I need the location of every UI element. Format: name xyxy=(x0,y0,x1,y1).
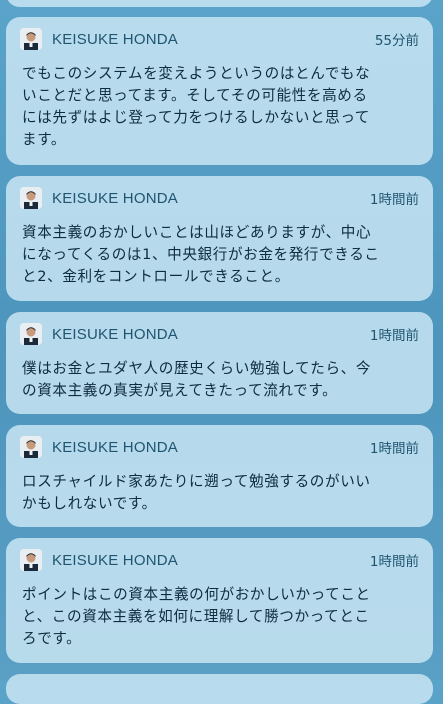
notification-card[interactable]: KEISUKE HONDA 1時間前 資本主義のおかしいことは山ほどありますが、… xyxy=(6,176,433,301)
sender-name: KEISUKE HONDA xyxy=(52,551,178,569)
avatar-photo-icon xyxy=(20,323,42,345)
timestamp: 1時間前 xyxy=(369,441,419,457)
timestamp: 1時間前 xyxy=(369,554,419,570)
timestamp: 1時間前 xyxy=(369,328,419,344)
avatar xyxy=(20,436,42,458)
avatar xyxy=(20,323,42,345)
notification-header: KEISUKE HONDA 1時間前 xyxy=(20,322,419,346)
avatar-photo-icon xyxy=(20,549,42,571)
timestamp: 1時間前 xyxy=(369,192,419,208)
sender-name: KEISUKE HONDA xyxy=(52,30,178,48)
notification-header: KEISUKE HONDA 1時間前 xyxy=(20,435,419,459)
notification-message: 僕はお金とユダヤ人の歴史くらい勉強してたら、今 の資本主義の真実が見えてきたって… xyxy=(22,360,372,399)
notification-card[interactable]: KEISUKE HONDA 1時間前 ロスチャイルド家あたりに遡って勉強するのが… xyxy=(6,425,433,527)
sender-name: KEISUKE HONDA xyxy=(52,189,178,207)
notification-card[interactable]: KEISUKE HONDA 55分前 でもこのシステムを変えようというのはとんで… xyxy=(6,17,433,165)
notification-card[interactable]: KEISUKE HONDA 1時間前 ポイントはこの資本主義の何がおかしいかって… xyxy=(6,538,433,663)
notification-card-partial-bottom[interactable] xyxy=(6,674,433,704)
sender-name: KEISUKE HONDA xyxy=(52,325,178,343)
notification-header: KEISUKE HONDA 55分前 xyxy=(20,27,419,51)
avatar xyxy=(20,187,42,209)
avatar-photo-icon xyxy=(20,436,42,458)
sender-name: KEISUKE HONDA xyxy=(52,438,178,456)
notification-header: KEISUKE HONDA 1時間前 xyxy=(20,186,419,210)
avatar xyxy=(20,549,42,571)
notification-message: 資本主義のおかしいことは山ほどありますが、中心 になってくるのは1、中央銀行がお… xyxy=(22,224,380,285)
notification-card[interactable]: KEISUKE HONDA 1時間前 僕はお金とユダヤ人の歴史くらい勉強してたら… xyxy=(6,312,433,414)
notification-message: ポイントはこの資本主義の何がおかしいかってこと と、この資本主義を如何に理解して… xyxy=(22,586,371,647)
notification-card-partial-top[interactable] xyxy=(6,0,433,7)
avatar-photo-icon xyxy=(20,28,42,50)
timestamp: 55分前 xyxy=(374,33,419,49)
notification-message: でもこのシステムを変えようというのはとんでもな いことだと思ってます。そしてその… xyxy=(22,65,371,148)
notification-message: ロスチャイルド家あたりに遡って勉強するのがいい かもしれないです。 xyxy=(22,473,371,512)
avatar xyxy=(20,28,42,50)
avatar-photo-icon xyxy=(20,187,42,209)
notification-header: KEISUKE HONDA 1時間前 xyxy=(20,548,419,572)
